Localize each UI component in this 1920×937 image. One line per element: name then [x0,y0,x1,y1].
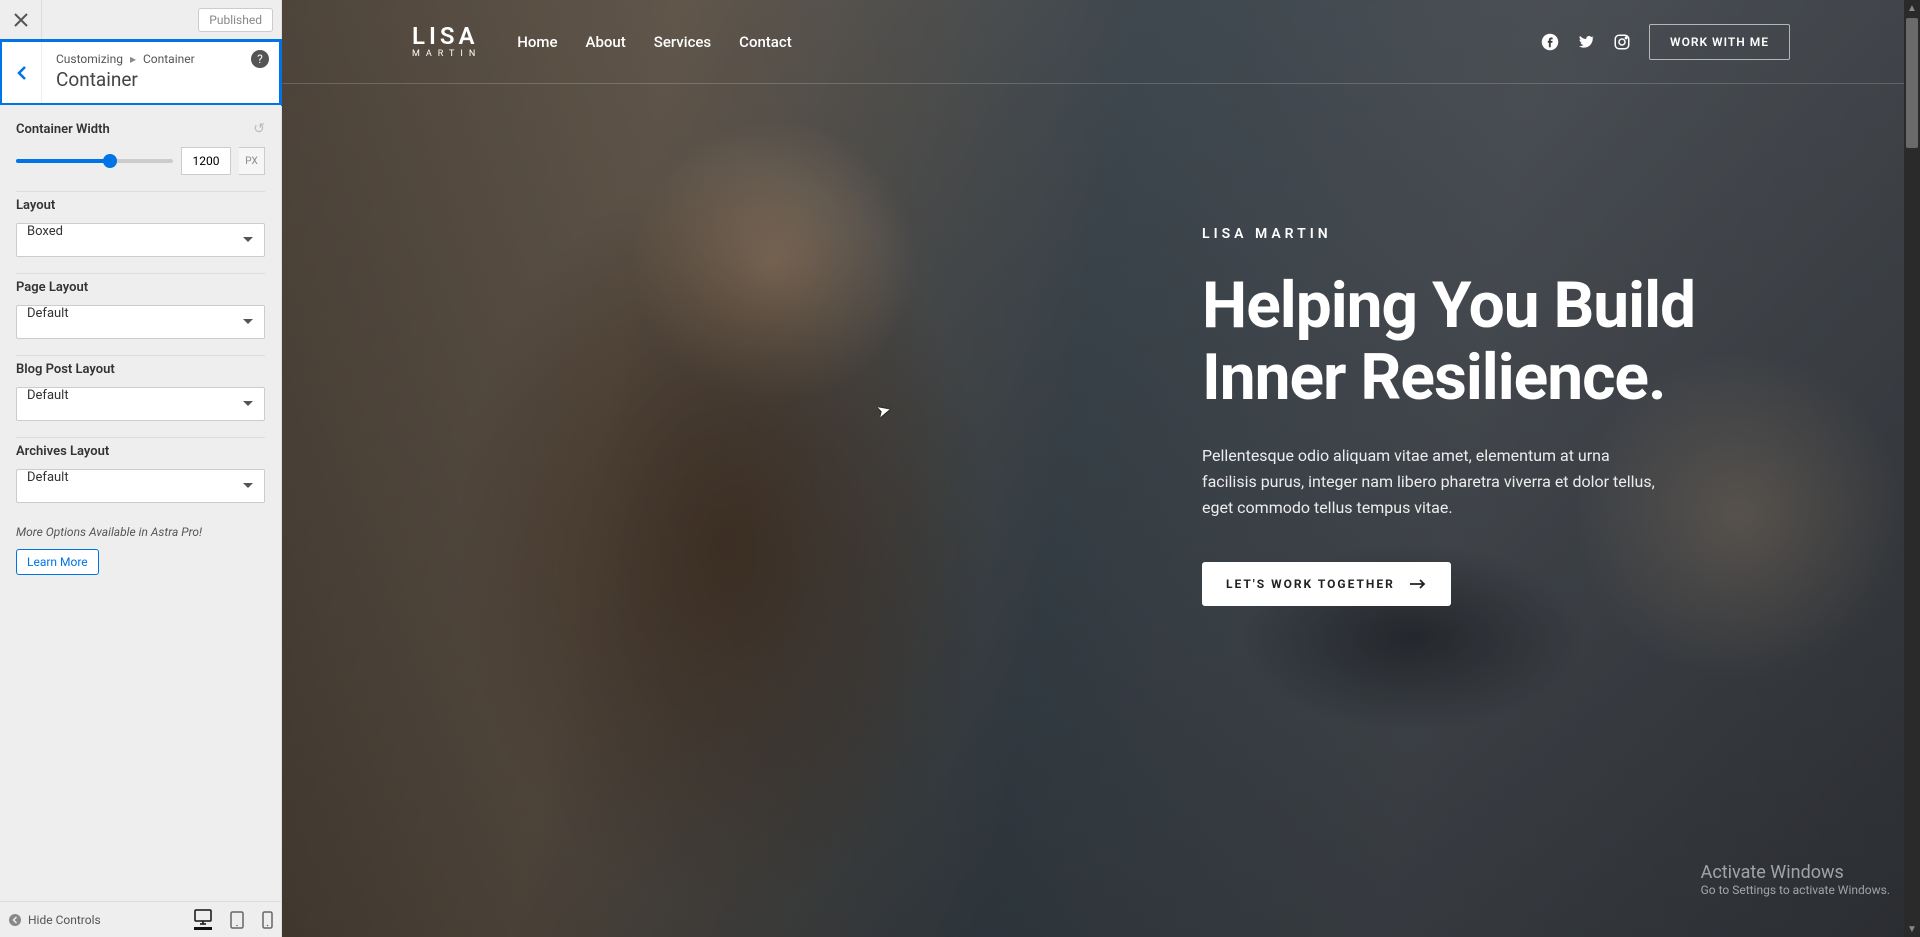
nav-home[interactable]: Home [517,33,557,51]
mobile-icon [262,911,273,929]
scrollbar-down-icon[interactable]: ▼ [1904,921,1920,937]
hero-title: Helping You Build Inner Resilience. [1202,270,1790,413]
hero-content: LISA MARTIN Helping You Build Inner Resi… [1202,226,1790,606]
control-layout: Layout Boxed [16,198,265,274]
control-container-width: Container Width ↺ PX [16,121,265,192]
blog-post-layout-label: Blog Post Layout [16,362,115,377]
arrow-right-icon [1409,579,1427,589]
archives-layout-label: Archives Layout [16,444,109,459]
watermark-line2: Go to Settings to activate Windows. [1701,883,1890,897]
slider-track-fill [16,159,110,163]
page-layout-select[interactable]: Default [16,305,265,339]
help-button[interactable]: ? [251,50,269,68]
nav-services[interactable]: Services [654,33,711,51]
nav-about[interactable]: About [586,33,626,51]
breadcrumb-root: Customizing [56,52,123,66]
section-header: Customizing ▸ Container Container ? [0,39,282,106]
logo-line2: MARTIN [412,50,481,59]
page-layout-label: Page Layout [16,280,88,295]
hero-description: Pellentesque odio aliquam vitae amet, el… [1202,443,1662,520]
control-archives-layout: Archives Layout Default [16,444,265,519]
site-preview: LISA MARTIN Home About Services Contact … [282,0,1920,937]
chevron-left-icon [17,65,27,81]
twitter-link[interactable] [1577,33,1595,51]
scrollbar-thumb[interactable] [1906,18,1918,148]
desktop-icon [194,909,212,925]
panel-body: Container Width ↺ PX Layout Boxed Page L… [0,105,281,901]
control-page-layout: Page Layout Default [16,280,265,356]
scrollbar-up-icon[interactable]: ▲ [1904,0,1920,16]
logo-line1: LISA [412,24,481,48]
back-button[interactable] [2,42,42,103]
layout-select[interactable]: Boxed [16,223,265,257]
sidebar-footer: Hide Controls [0,901,281,937]
header-right: WORK WITH ME [1541,24,1790,60]
nav-contact[interactable]: Contact [739,33,792,51]
hide-controls-label: Hide Controls [28,913,101,927]
slider-thumb[interactable] [103,154,117,168]
header-cta-button[interactable]: WORK WITH ME [1649,24,1790,60]
customizer-sidebar: Published Customizing ▸ Container Contai… [0,0,282,937]
site-header: LISA MARTIN Home About Services Contact … [282,0,1920,84]
device-switcher [194,909,273,930]
reset-icon[interactable]: ↺ [253,121,265,137]
close-customizer-button[interactable] [0,0,42,40]
pro-upsell: More Options Available in Astra Pro! Lea… [16,525,265,575]
primary-nav: Home About Services Contact [517,33,791,51]
container-width-input[interactable] [181,147,231,175]
windows-watermark: Activate Windows Go to Settings to activ… [1701,862,1890,897]
publish-status-button[interactable]: Published [198,8,273,32]
device-mobile-button[interactable] [262,909,273,930]
hero-cta-button[interactable]: LET'S WORK TOGETHER [1202,562,1451,606]
layout-label: Layout [16,198,55,213]
preview-vertical-scrollbar[interactable]: ▲ ▼ [1904,0,1920,937]
hero-eyebrow: LISA MARTIN [1202,226,1790,242]
breadcrumb: Customizing ▸ Container [56,52,265,66]
facebook-link[interactable] [1541,33,1559,51]
hero-cta-label: LET'S WORK TOGETHER [1226,577,1395,591]
device-desktop-button[interactable] [194,909,212,930]
close-icon [14,13,28,27]
site-logo[interactable]: LISA MARTIN [412,24,481,59]
sidebar-topbar: Published [0,0,281,40]
archives-layout-select[interactable]: Default [16,469,265,503]
section-title: Container [56,68,265,91]
pro-note: More Options Available in Astra Pro! [16,525,265,539]
instagram-link[interactable] [1613,33,1631,51]
collapse-left-icon [8,913,22,927]
container-width-unit: PX [239,147,265,175]
twitter-icon [1577,33,1595,51]
container-width-slider[interactable] [16,159,173,163]
control-blog-post-layout: Blog Post Layout Default [16,362,265,438]
device-tablet-button[interactable] [230,909,244,930]
learn-more-button[interactable]: Learn More [16,549,99,575]
breadcrumb-current: Container [143,52,195,66]
facebook-icon [1541,33,1559,51]
hide-controls-button[interactable]: Hide Controls [8,913,180,927]
breadcrumb-separator: ▸ [130,52,136,66]
instagram-icon [1613,33,1631,51]
container-width-label: Container Width [16,122,110,137]
blog-post-layout-select[interactable]: Default [16,387,265,421]
tablet-icon [230,911,244,929]
watermark-line1: Activate Windows [1701,862,1890,883]
